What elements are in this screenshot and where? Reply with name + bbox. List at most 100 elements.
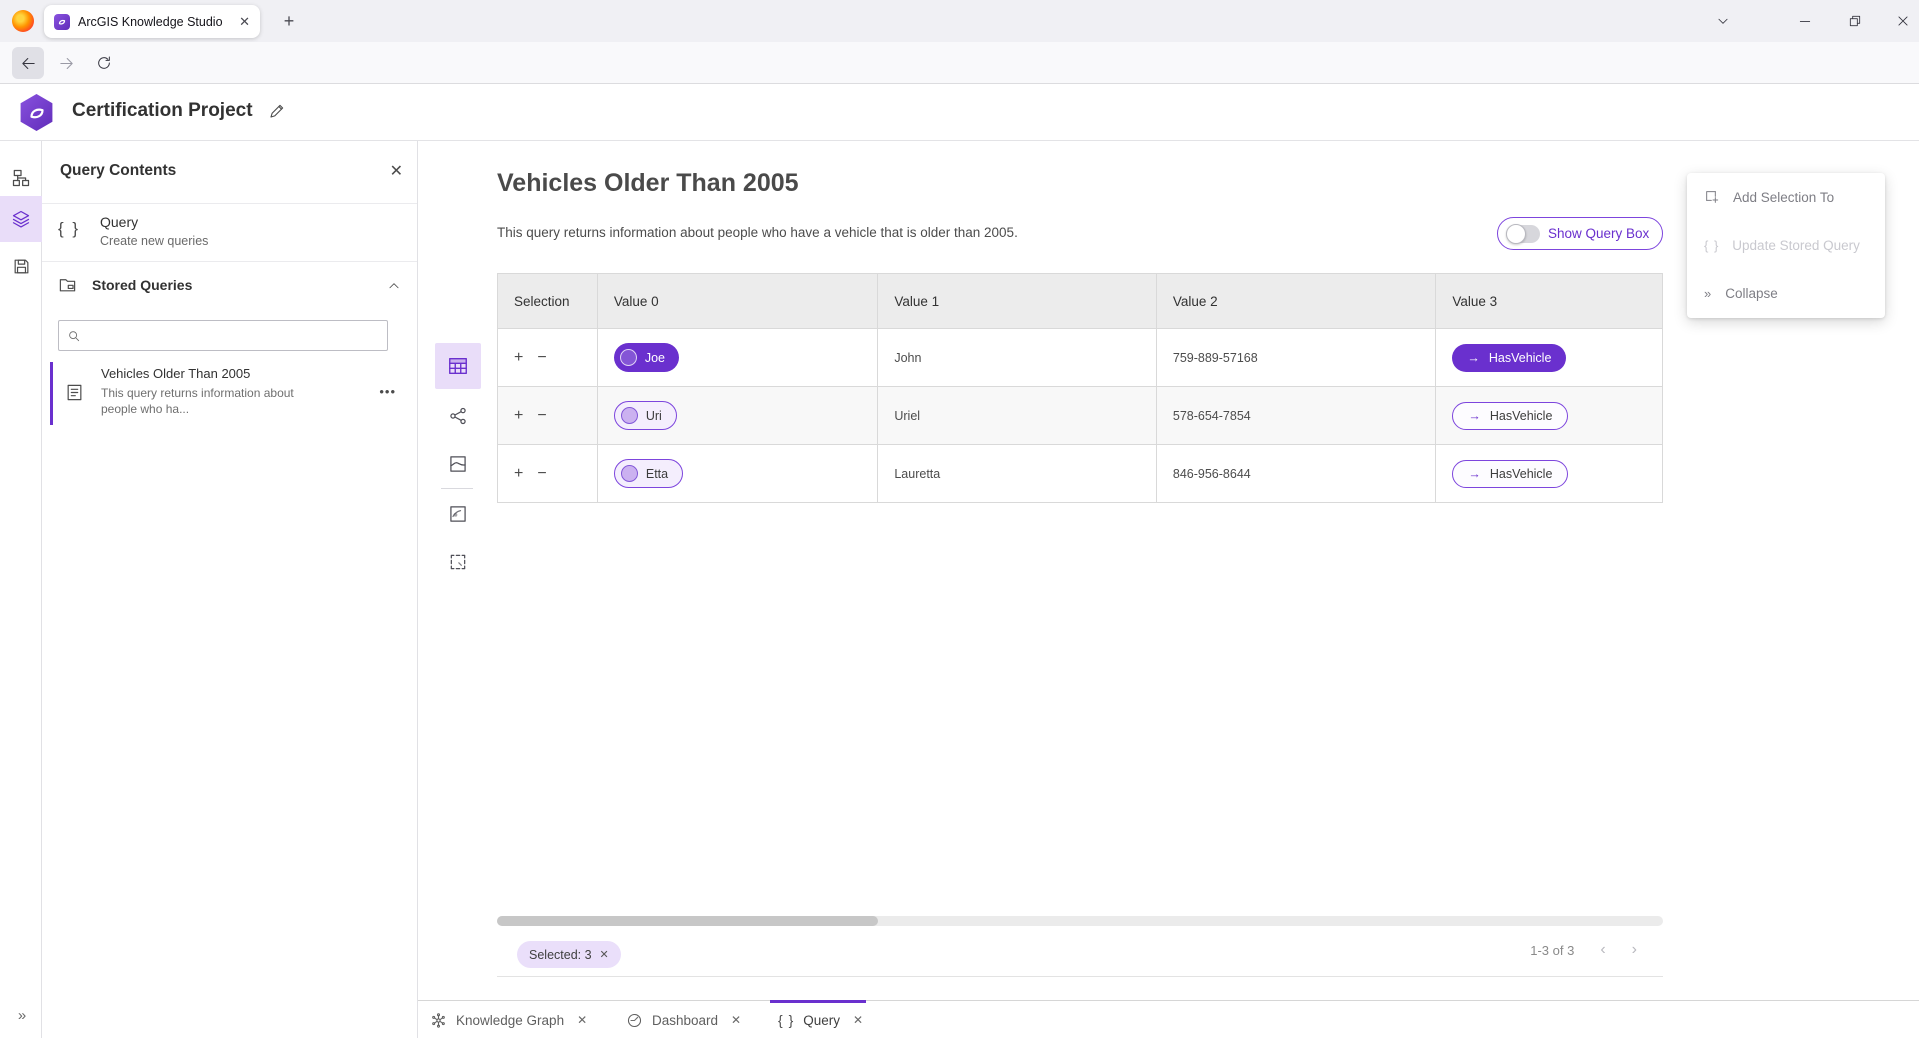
menu-item-add-selection-to[interactable]: Add Selection To xyxy=(1687,173,1885,221)
tab-query[interactable]: { } Query ✕ xyxy=(778,1001,863,1039)
map-icon xyxy=(448,454,468,474)
tab-dashboard[interactable]: Dashboard ✕ xyxy=(626,1001,741,1039)
selected-count-chip[interactable]: Selected: 3 ✕ xyxy=(517,941,621,968)
entity-pill[interactable]: Uri xyxy=(614,401,677,430)
scrollbar-thumb[interactable] xyxy=(497,916,878,926)
tab-close-icon[interactable]: ✕ xyxy=(731,1013,741,1027)
cell-value: Uriel xyxy=(878,387,1157,444)
pagination: 1-3 of 3 ‹ › xyxy=(1530,941,1637,959)
stored-queries-header[interactable]: Stored Queries xyxy=(42,269,417,309)
link-chart-icon xyxy=(448,406,468,426)
entity-pill[interactable]: Etta xyxy=(614,459,683,488)
knowledge-studio-logo-icon xyxy=(18,94,55,131)
square-plus-icon xyxy=(1704,189,1720,205)
query-contents-panel: Query Contents ✕ { } Query Create new qu… xyxy=(42,141,418,1038)
edit-pencil-icon[interactable] xyxy=(268,102,286,120)
map-selection-icon xyxy=(448,504,468,524)
selection-tool-button[interactable] xyxy=(435,539,481,585)
stored-query-item[interactable]: Vehicles Older Than 2005 This query retu… xyxy=(50,362,410,425)
panel-close-icon[interactable]: ✕ xyxy=(390,161,403,181)
relationship-pill[interactable]: →HasVehicle xyxy=(1452,344,1566,372)
horizontal-scrollbar[interactable] xyxy=(497,916,1663,926)
window-minimize-button[interactable] xyxy=(1784,6,1826,36)
rail-model-icon[interactable] xyxy=(0,155,42,201)
context-menu: Add Selection To { } Update Stored Query… xyxy=(1687,173,1885,318)
cell-value: Lauretta xyxy=(878,445,1157,502)
column-header[interactable]: Value 0 xyxy=(598,274,879,328)
column-header[interactable]: Value 2 xyxy=(1157,274,1437,328)
query-result-title: Vehicles Older Than 2005 xyxy=(497,169,799,198)
arrow-right-icon: → xyxy=(1468,409,1481,423)
column-header[interactable]: Value 3 xyxy=(1436,274,1662,328)
prev-page-icon[interactable]: ‹ xyxy=(1600,941,1605,959)
firefox-icon[interactable] xyxy=(12,10,34,32)
entity-dot-icon xyxy=(621,407,638,424)
forward-button[interactable] xyxy=(50,47,82,79)
add-to-selection-button[interactable]: + xyxy=(514,349,523,367)
tab-close-icon[interactable]: ✕ xyxy=(853,1013,863,1027)
panel-header: Query Contents ✕ xyxy=(42,141,417,204)
back-button[interactable] xyxy=(12,47,44,79)
link-chart-view-button[interactable] xyxy=(435,393,481,439)
table-header-row: Selection Value 0 Value 1 Value 2 Value … xyxy=(498,274,1662,329)
window-close-button[interactable] xyxy=(1882,6,1919,36)
next-page-icon[interactable]: › xyxy=(1632,941,1637,959)
cell-value: 846-956-8644 xyxy=(1157,445,1437,502)
cell-value: 578-654-7854 xyxy=(1157,387,1437,444)
pagination-label: 1-3 of 3 xyxy=(1530,943,1574,958)
query-item[interactable]: { } Query Create new queries xyxy=(42,205,417,262)
tab-knowledge-graph[interactable]: Knowledge Graph ✕ xyxy=(430,1001,587,1039)
menu-item-collapse[interactable]: » Collapse xyxy=(1687,269,1885,317)
screen: ArcGIS Knowledge Studio ✕ + htt xyxy=(0,0,1919,1038)
toggle-track[interactable] xyxy=(1506,225,1540,243)
remove-from-selection-button[interactable]: − xyxy=(537,349,546,367)
new-map-from-selection-button[interactable] xyxy=(435,491,481,537)
relationship-pill[interactable]: →HasVehicle xyxy=(1452,460,1568,488)
ellipsis-menu-icon[interactable]: ••• xyxy=(379,384,396,399)
reload-button[interactable] xyxy=(88,47,120,79)
chip-close-icon[interactable]: ✕ xyxy=(600,948,609,961)
column-header[interactable]: Value 1 xyxy=(878,274,1157,328)
tab-close-icon[interactable]: ✕ xyxy=(577,1013,587,1027)
rail-save-icon[interactable] xyxy=(0,243,42,289)
browser-tab-strip: ArcGIS Knowledge Studio ✕ + xyxy=(0,0,1919,42)
remove-from-selection-button[interactable]: − xyxy=(537,407,546,425)
column-header[interactable]: Selection xyxy=(498,274,598,328)
stored-query-description: This query returns information aboutpeop… xyxy=(101,385,294,417)
query-result-description: This query returns information about peo… xyxy=(497,225,1018,240)
query-item-title: Query xyxy=(100,214,138,230)
cell-value: John xyxy=(878,329,1157,386)
arrow-right-icon: → xyxy=(1467,351,1480,365)
stored-query-title: Vehicles Older Than 2005 xyxy=(101,366,250,381)
window-restore-button[interactable] xyxy=(1834,6,1876,36)
stored-queries-search-input[interactable] xyxy=(87,328,379,343)
map-view-button[interactable] xyxy=(435,441,481,487)
new-tab-button[interactable]: + xyxy=(276,8,302,34)
query-item-subtitle: Create new queries xyxy=(100,234,208,248)
table-footer: Selected: 3 ✕ 1-3 of 3 ‹ › xyxy=(497,926,1663,977)
add-to-selection-button[interactable]: + xyxy=(514,407,523,425)
tab-list-chevron-icon[interactable] xyxy=(1702,6,1744,36)
add-to-selection-button[interactable]: + xyxy=(514,465,523,483)
relationship-pill[interactable]: →HasVehicle xyxy=(1452,402,1568,430)
rail-expand-chevrons-icon[interactable]: » xyxy=(0,1007,42,1024)
rail-layers-icon[interactable] xyxy=(0,196,42,242)
arcgis-favicon-icon xyxy=(54,14,70,30)
show-query-box-label: Show Query Box xyxy=(1548,226,1649,241)
bottom-tab-bar: Knowledge Graph ✕ Dashboard ✕ { } Query … xyxy=(418,1000,1919,1038)
browser-toolbar: https://dev0028833.esri.com/portal/apps/… xyxy=(0,42,1919,84)
browser-tab[interactable]: ArcGIS Knowledge Studio ✕ xyxy=(44,5,260,38)
selected-count-label: Selected: 3 xyxy=(529,948,592,962)
remove-from-selection-button[interactable]: − xyxy=(537,465,546,483)
table-view-button[interactable] xyxy=(435,343,481,389)
entity-pill[interactable]: Joe xyxy=(614,343,679,372)
show-query-box-toggle[interactable]: Show Query Box xyxy=(1497,217,1663,250)
chevron-up-icon[interactable] xyxy=(387,279,401,293)
dashboard-gauge-icon xyxy=(626,1012,643,1029)
knowledge-graph-icon xyxy=(430,1012,447,1029)
left-rail: » xyxy=(0,141,42,1038)
dashed-select-icon xyxy=(448,552,468,572)
tab-close-icon[interactable]: ✕ xyxy=(239,14,250,30)
menu-item-update-stored-query[interactable]: { } Update Stored Query xyxy=(1687,221,1885,269)
toggle-knob[interactable] xyxy=(1506,224,1526,244)
